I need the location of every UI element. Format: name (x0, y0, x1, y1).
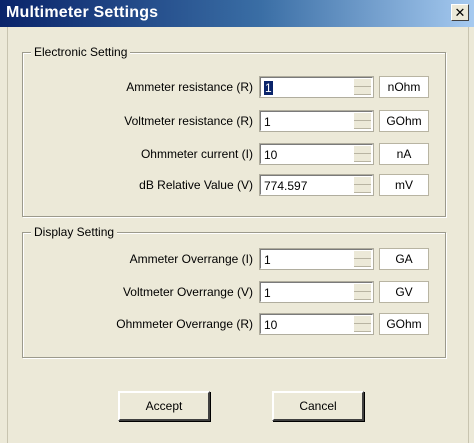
voltmeter-overrange-spinner[interactable] (354, 284, 371, 300)
voltmeter-overrange-input[interactable]: 1 (259, 281, 374, 303)
close-icon: ✕ (454, 5, 466, 20)
display-setting-legend: Display Setting (31, 225, 118, 239)
ohmmeter-current-input[interactable]: 10 (259, 143, 374, 165)
db-relative-value-input[interactable]: 774.597 (259, 174, 374, 196)
ammeter-resistance-input[interactable]: 1 (259, 76, 374, 98)
spin-up-arrow-icon[interactable] (354, 284, 371, 292)
spin-down-arrow-icon[interactable] (354, 154, 371, 162)
ohmmeter-current-label: Ohmmeter current (I) (140, 147, 253, 161)
spin-down-arrow-icon[interactable] (354, 259, 371, 267)
db-relative-value-value: 774.597 (264, 179, 308, 193)
ohmmeter-overrange-input[interactable]: 10 (259, 313, 374, 335)
ammeter-resistance-spinner[interactable] (354, 79, 371, 95)
db-relative-value-spinner[interactable] (354, 177, 371, 193)
ohmmeter-overrange-row: Ohmmeter Overrange (R) 10 GOhm (23, 313, 447, 335)
spin-up-arrow-icon[interactable] (354, 113, 371, 121)
cancel-button[interactable]: Cancel (272, 391, 364, 421)
voltmeter-overrange-label: Voltmeter Overrange (V) (122, 285, 253, 299)
spin-up-arrow-icon[interactable] (354, 79, 371, 87)
ohmmeter-overrange-value: 10 (264, 318, 278, 332)
ohmmeter-current-unit-text: nA (396, 147, 412, 161)
ohmmeter-current-unit: nA (379, 143, 429, 165)
ammeter-overrange-row: Ammeter Overrange (I) 1 GA (23, 248, 447, 270)
spin-up-arrow-icon[interactable] (354, 316, 371, 324)
electronic-setting-group: Electronic Setting Ammeter resistance (R… (22, 45, 447, 217)
db-relative-value-unit-text: mV (395, 178, 413, 192)
ammeter-overrange-spinner[interactable] (354, 251, 371, 267)
voltmeter-resistance-unit: GOhm (379, 110, 429, 132)
voltmeter-resistance-unit-text: GOhm (386, 114, 422, 128)
spin-down-arrow-icon[interactable] (354, 185, 371, 193)
db-relative-value-unit: mV (379, 174, 429, 196)
voltmeter-overrange-unit: GV (379, 281, 429, 303)
spin-down-arrow-icon[interactable] (354, 87, 371, 95)
ammeter-resistance-unit: nOhm (379, 76, 429, 98)
ohmmeter-current-spinner[interactable] (354, 146, 371, 162)
ammeter-overrange-unit: GA (379, 248, 429, 270)
ohmmeter-overrange-label: Ohmmeter Overrange (R) (116, 317, 253, 331)
voltmeter-resistance-value: 1 (264, 115, 271, 129)
voltmeter-resistance-spinner[interactable] (354, 113, 371, 129)
display-setting-group: Display Setting Ammeter Overrange (I) 1 … (22, 225, 447, 358)
spin-up-arrow-icon[interactable] (354, 146, 371, 154)
accept-button-label: Accept (145, 399, 183, 413)
voltmeter-overrange-row: Voltmeter Overrange (V) 1 GV (23, 281, 447, 303)
ammeter-overrange-value: 1 (264, 253, 271, 267)
ammeter-overrange-input[interactable]: 1 (259, 248, 374, 270)
ammeter-resistance-unit-text: nOhm (387, 80, 421, 94)
title-bar[interactable]: Multimeter Settings ✕ (0, 0, 474, 27)
ohmmeter-current-value: 10 (264, 148, 278, 162)
spin-up-arrow-icon[interactable] (354, 177, 371, 185)
ohmmeter-current-row: Ohmmeter current (I) 10 nA (23, 143, 447, 165)
ohmmeter-overrange-spinner[interactable] (354, 316, 371, 332)
close-button[interactable]: ✕ (451, 4, 469, 21)
voltmeter-overrange-value: 1 (264, 286, 271, 300)
db-relative-value-row: dB Relative Value (V) 774.597 mV (23, 174, 447, 196)
voltmeter-resistance-label: Voltmeter resistance (R) (124, 114, 253, 128)
voltmeter-resistance-input[interactable]: 1 (259, 110, 374, 132)
spin-up-arrow-icon[interactable] (354, 251, 371, 259)
ammeter-resistance-value: 1 (264, 81, 273, 95)
ammeter-resistance-row: Ammeter resistance (R) 1 nOhm (23, 76, 447, 98)
db-relative-value-label: dB Relative Value (V) (139, 178, 253, 192)
ohmmeter-overrange-unit: GOhm (379, 313, 429, 335)
cancel-button-label: Cancel (299, 399, 337, 413)
electronic-setting-legend: Electronic Setting (31, 45, 131, 59)
spin-down-arrow-icon[interactable] (354, 121, 371, 129)
spin-down-arrow-icon[interactable] (354, 292, 371, 300)
voltmeter-overrange-unit-text: GV (395, 285, 413, 299)
multimeter-settings-dialog: Multimeter Settings ✕ Electronic Setting… (0, 0, 474, 443)
voltmeter-resistance-row: Voltmeter resistance (R) 1 GOhm (23, 110, 447, 132)
ammeter-overrange-unit-text: GA (395, 252, 413, 266)
ammeter-resistance-label: Ammeter resistance (R) (126, 80, 253, 94)
ohmmeter-overrange-unit-text: GOhm (386, 317, 422, 331)
spin-down-arrow-icon[interactable] (354, 324, 371, 332)
window-title: Multimeter Settings (6, 4, 159, 21)
ammeter-overrange-label: Ammeter Overrange (I) (129, 252, 253, 266)
accept-button[interactable]: Accept (118, 391, 210, 421)
